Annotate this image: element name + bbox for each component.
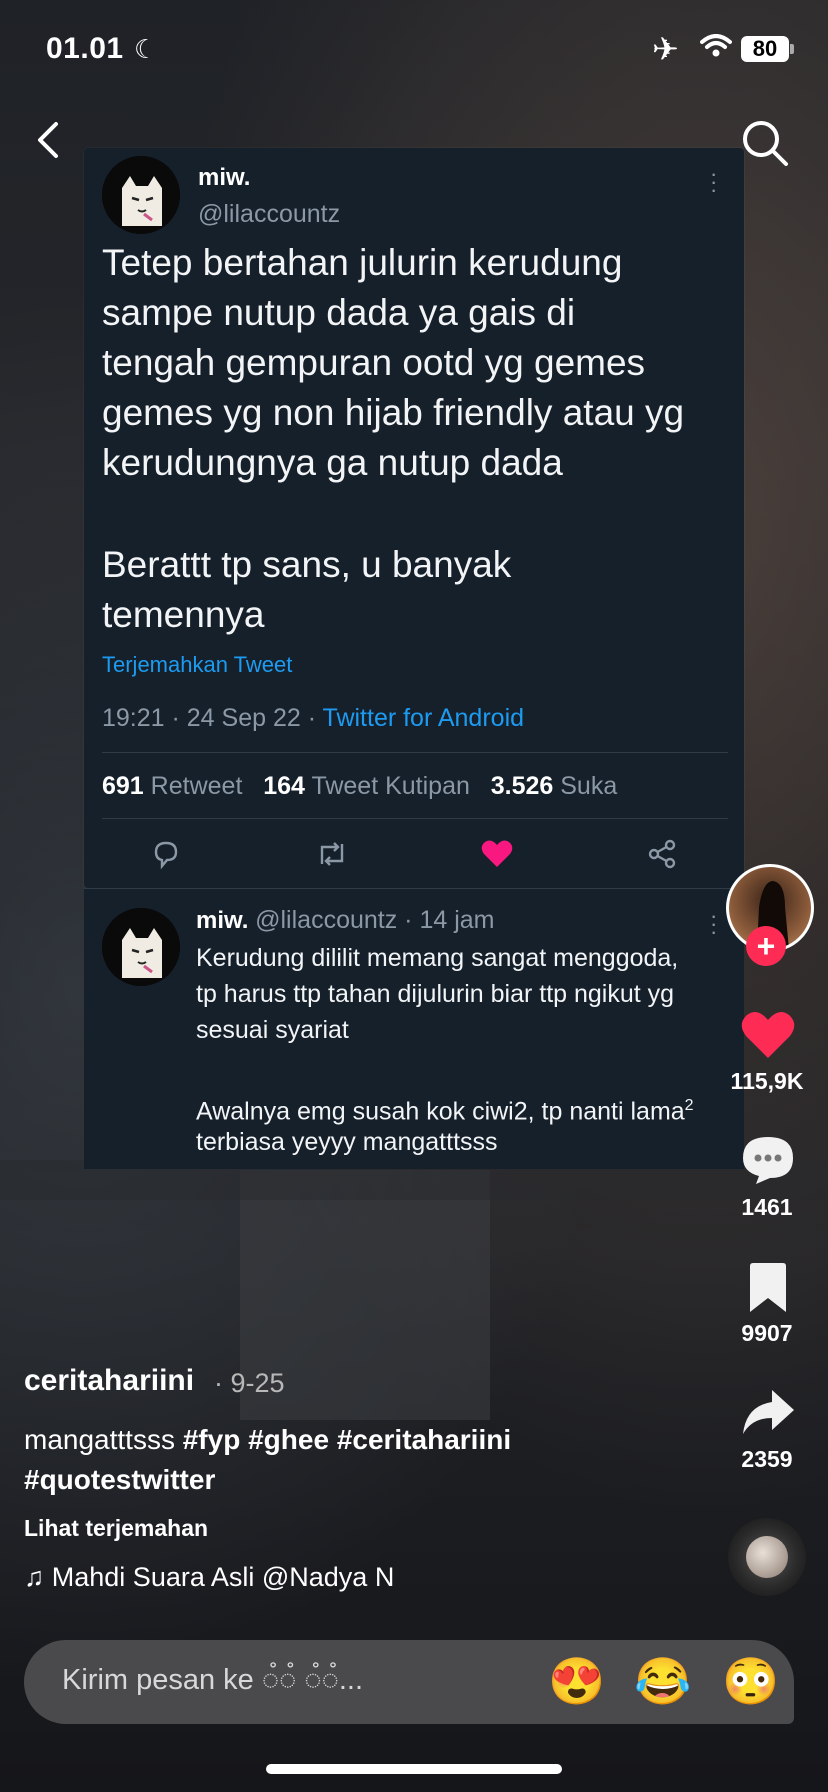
avatar[interactable] <box>102 156 180 234</box>
like-heart-icon[interactable] <box>740 1010 796 1060</box>
reply-superscript: 2 <box>684 1097 694 1114</box>
tweet-source[interactable]: Twitter for Android <box>323 704 524 732</box>
wifi-icon <box>700 34 732 57</box>
cat-avatar-icon <box>102 156 180 234</box>
chevron-left-icon[interactable] <box>30 118 70 162</box>
music-disc[interactable] <box>728 1518 806 1596</box>
battery-level: 80 <box>752 36 778 61</box>
like-label: Suka <box>560 772 618 800</box>
retweet-label: Retweet <box>150 772 243 800</box>
reply-text-3: terbiasa yeyyy mangatttsss <box>196 1128 498 1156</box>
reply-avatar[interactable] <box>102 908 180 986</box>
music-disc-cover <box>746 1536 788 1578</box>
message-placeholder: Kirim pesan ke ◌̊◌̊ ◌̊◌̊... <box>62 1664 364 1696</box>
quote-count: 164 <box>263 772 305 800</box>
caption-username[interactable]: ceritahariini <box>24 1364 194 1398</box>
follow-plus-icon[interactable]: + <box>746 926 786 966</box>
like-count: 3.526 <box>490 772 554 800</box>
shares-count: 2359 <box>741 1446 793 1472</box>
battery-cap <box>790 44 794 54</box>
reply-author-name[interactable]: miw. <box>196 907 248 934</box>
emoji-heart-eyes[interactable]: 😍 <box>548 1654 605 1709</box>
caption-text: mangatttsss #fyp #ghee #ceritahariini #qu… <box>24 1420 584 1500</box>
see-translation-link[interactable]: Lihat terjemahan <box>24 1515 208 1542</box>
caption-plain-text: mangatttsss <box>24 1424 183 1455</box>
music-info[interactable]: ♫ Mahdi Suara Asli @Nadya N <box>24 1562 434 1593</box>
more-options-icon[interactable]: · · · <box>710 163 717 201</box>
music-title: Mahdi Suara Asli @Nadya N <box>51 1562 395 1592</box>
quote-label: Tweet Kutipan <box>311 772 470 800</box>
retweet-icon[interactable] <box>314 838 350 870</box>
hashtag-ceritahariini[interactable]: #ceritahariini <box>337 1424 511 1455</box>
bookmark-icon[interactable] <box>746 1262 790 1314</box>
share-icon[interactable] <box>646 838 678 870</box>
hashtag-ghee[interactable]: #ghee <box>248 1424 329 1455</box>
comment-icon[interactable] <box>740 1134 796 1186</box>
cat-avatar-icon <box>102 908 180 986</box>
music-note-icon: ♫ <box>24 1562 45 1592</box>
translate-tweet-link[interactable]: Terjemahkan Tweet <box>102 652 292 678</box>
caption-date: · 9-25 <box>214 1368 285 1398</box>
tweet-author-name[interactable]: miw. <box>198 164 250 192</box>
retweet-count: 691 <box>102 772 144 800</box>
divider <box>102 752 728 753</box>
reply-text-2-main: Awalnya emg susah kok ciwi2, tp nanti la… <box>196 1097 685 1126</box>
tweet-meta: 19:21 · 24 Sep 22 · Twitter for Android <box>102 704 524 733</box>
like-heart-icon[interactable] <box>480 838 514 870</box>
bookmarks-count: 9907 <box>741 1320 793 1346</box>
emoji-tears-of-joy[interactable]: 😂 <box>634 1654 691 1709</box>
share-arrow-icon[interactable] <box>740 1388 796 1438</box>
status-time: 01.01 <box>46 32 124 65</box>
moon-icon: ☾ <box>134 34 158 64</box>
tweet-time: 19:21 · 24 Sep 22 · <box>102 704 323 732</box>
comments-count: 1461 <box>741 1194 793 1220</box>
battery-icon: 80 <box>741 36 789 62</box>
hashtag-fyp[interactable]: #fyp <box>183 1424 241 1455</box>
tweet-author-handle[interactable]: @lilaccountz <box>198 200 340 229</box>
hashtag-quotestwitter[interactable]: #quotestwitter <box>24 1464 215 1495</box>
airplane-icon: ✈ <box>652 31 679 67</box>
home-indicator[interactable] <box>266 1764 562 1774</box>
reply-more-icon[interactable]: · · · <box>710 905 717 943</box>
divider <box>102 818 728 819</box>
tweet-stats: 691 Retweet 164 Tweet Kutipan 3.526 Suka <box>102 772 617 801</box>
tweet-text: Tetep bertahan julurin kerudung sampe nu… <box>102 242 685 483</box>
likes-count: 115,9K <box>730 1068 804 1094</box>
tweet-text-2: Berattt tp sans, u banyak temennya <box>102 544 512 635</box>
reply-text: Kerudung dililit memang sangat menggoda,… <box>196 944 679 1044</box>
reply-icon[interactable] <box>150 838 182 870</box>
reply-meta: @lilaccountz · 14 jam <box>255 906 495 934</box>
search-icon[interactable] <box>740 118 790 168</box>
emoji-flushed[interactable]: 😳 <box>722 1654 779 1709</box>
reply-header: miw. @lilaccountz · 14 jam <box>196 906 494 935</box>
